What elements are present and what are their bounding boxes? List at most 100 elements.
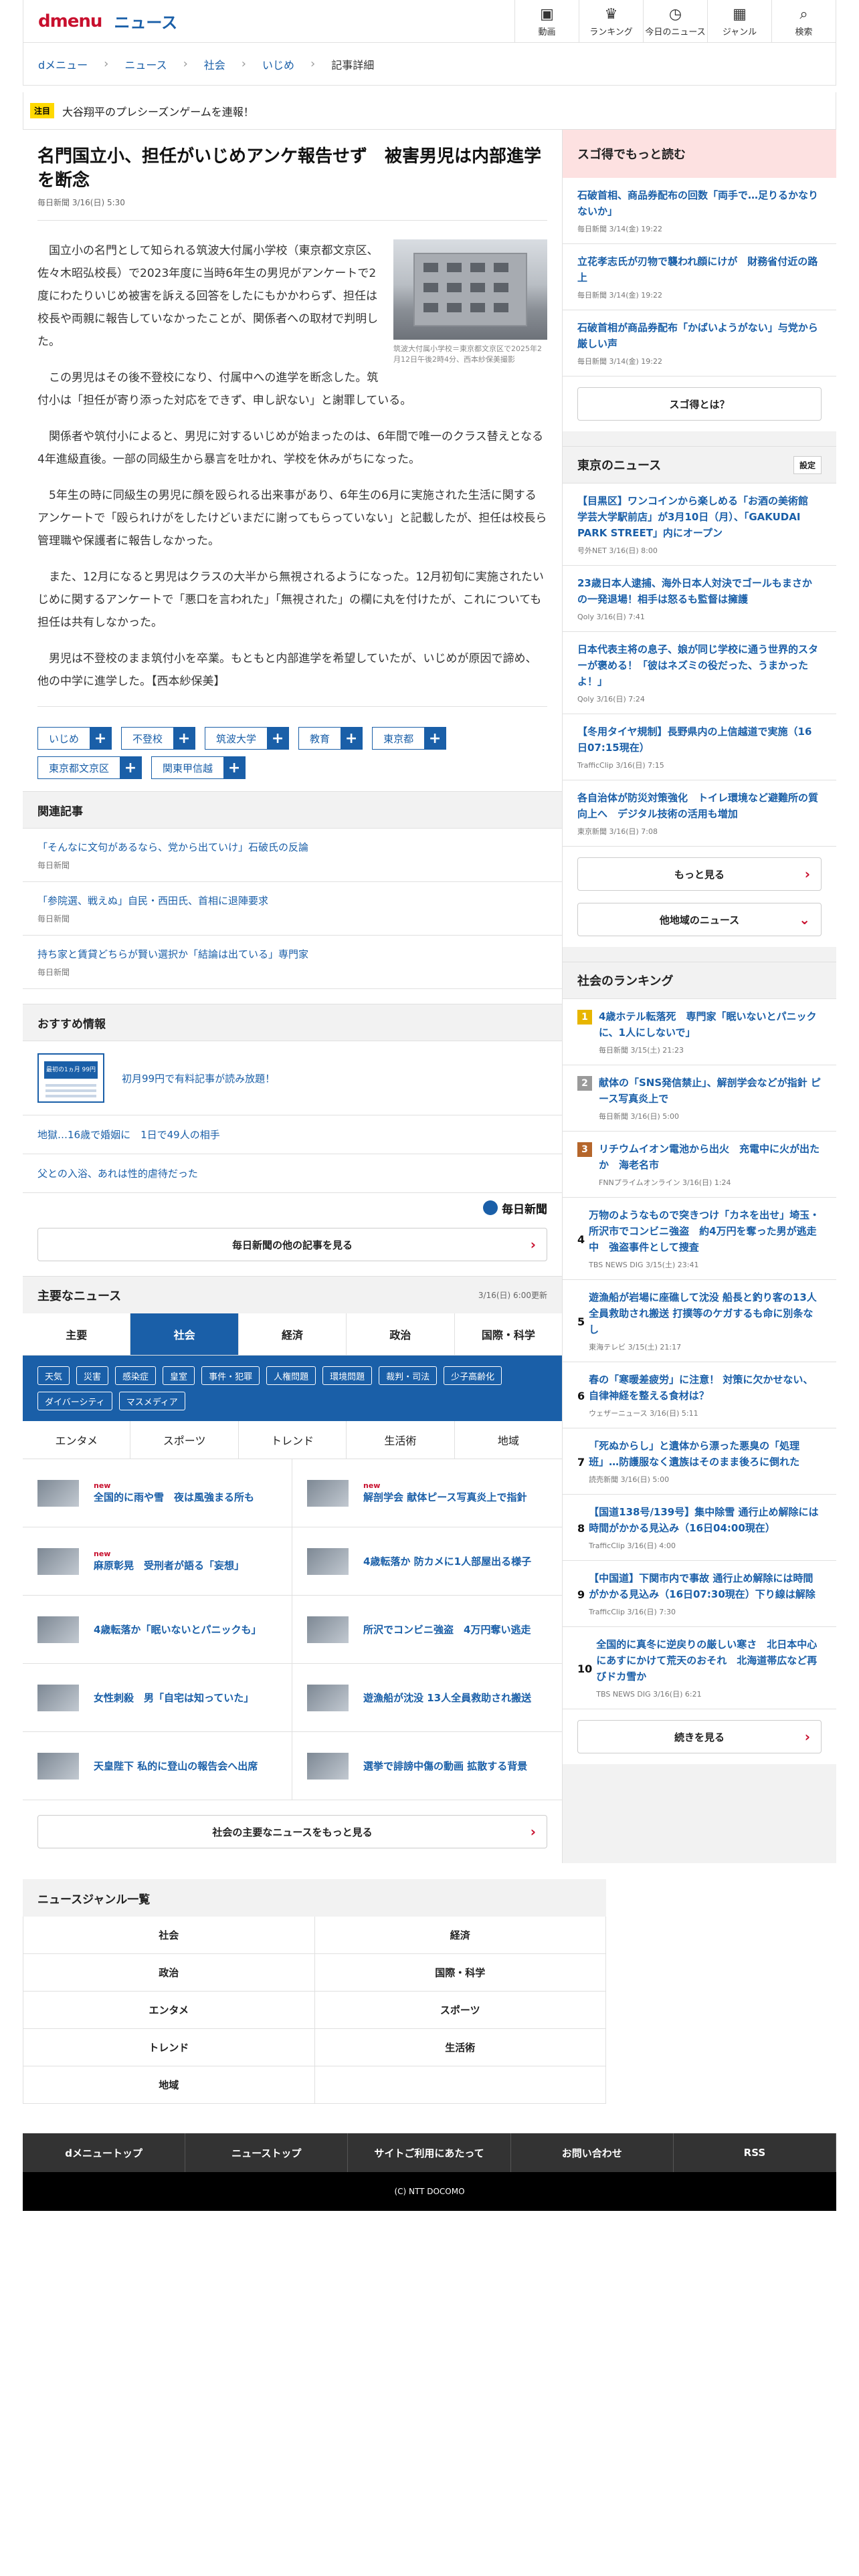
nav-grid[interactable]: ▦ ジャンル [707, 0, 771, 43]
tab-1[interactable]: 社会 [130, 1313, 239, 1355]
breadcrumb-item[interactable]: 社会 [204, 56, 225, 72]
ranking-item[interactable]: 9 【中国道】下関市内で事故 通行止め解除には時間がかかる見込み（16日07:30… [563, 1561, 836, 1627]
news-item[interactable]: new 解剖学会 献体ピース写真炎上で指針 [292, 1459, 562, 1527]
subtag-item[interactable]: 事件・犯罪 [201, 1366, 260, 1385]
genre-item[interactable]: 国際・科学 [314, 1954, 606, 1992]
subtag-item[interactable]: 人権問題 [266, 1366, 316, 1385]
tokyo-item[interactable]: 各自治体が防災対策強化 トイレ環境など避難所の質向上へ デジタル技術の活用も増加… [563, 780, 836, 847]
footer-link[interactable]: お問い合わせ [511, 2133, 674, 2172]
school-building-image[interactable] [393, 239, 547, 340]
related-item[interactable]: 持ち家と賃貸どちらが賢い選択か「結論は出ている」専門家 毎日新聞 [23, 936, 562, 989]
ranking-item[interactable]: 2 献体の「SNS発信禁止」、解剖学会などが指針 ピース写真炎上で 毎日新聞 3/1… [563, 1065, 836, 1132]
news-item[interactable]: 遊漁船が沈没 13人全員救助され搬送 [292, 1664, 562, 1732]
tab-0[interactable]: 主要 [23, 1313, 131, 1355]
topic-tag[interactable]: 筑波大学 + [205, 727, 290, 750]
genre-item[interactable]: 社会 [23, 1917, 315, 1954]
news-item[interactable]: 選挙で誹謗中傷の動画 拡散する背景 [292, 1732, 562, 1800]
sugotoku-item[interactable]: 立花孝志氏が刃物で襲われ顔にけが 財務省付近の路上 毎日新聞 3/14(金) 19… [563, 244, 836, 310]
genre-item[interactable]: エンタメ [23, 1992, 315, 2029]
recommend-item[interactable]: 地獄…16歳で婚姻に 1日で49人の相手 [23, 1115, 562, 1154]
genre-item[interactable]: 生活術 [314, 2029, 606, 2066]
topic-tag[interactable]: 関東甲信越 + [151, 756, 246, 779]
nav-video[interactable]: ▣ 動画 [514, 0, 579, 43]
tab-secondary-0[interactable]: エンタメ [23, 1421, 131, 1459]
sugotoku-item[interactable]: 石破首相が商品券配布「かばいようがない」与党から厳しい声 毎日新聞 3/14(金)… [563, 310, 836, 377]
subtag-item[interactable]: 裁判・司法 [379, 1366, 438, 1385]
plus-icon[interactable]: + [223, 757, 246, 778]
tab-4[interactable]: 国際・科学 [455, 1313, 562, 1355]
plus-icon[interactable]: + [341, 728, 363, 749]
subtag-item[interactable]: マスメディア [118, 1392, 185, 1410]
ranking-item[interactable]: 4 万物のようなもので突きつけ「カネを出せ」埼玉・所沢市でコンビニ強盗 約4万円を… [563, 1198, 836, 1280]
tokyo-item[interactable]: 【目黒区】ワンコインから楽しめる「お酒の美術館 学芸大学駅前店」が3月10日（月… [563, 484, 836, 566]
news-item[interactable]: new 麻原彰晃 受刑者が語る「妄想」 [23, 1527, 292, 1596]
sugotoku-item[interactable]: 石破首相、商品券配布の回数「両手で…足りるかなりないか」 毎日新聞 3/14(金)… [563, 178, 836, 244]
news-item[interactable]: 4歳転落か「眠いないとパニックも」 [23, 1596, 292, 1664]
topic-tag[interactable]: 東京都 + [372, 727, 447, 750]
ranking-item[interactable]: 6 春の「寒暖差疲労」に注意！ 対策に欠かせない、自律神経を整える食材は？ ウェザー… [563, 1362, 836, 1428]
news-item[interactable]: 女性刺殺 男「自宅は知っていた」 [23, 1664, 292, 1732]
related-item[interactable]: 「そんなに文句があるなら、党から出ていけ」石破氏の反論 毎日新聞 [23, 829, 562, 882]
other-region-button[interactable]: 他地域のニュース ⌄ [577, 903, 822, 936]
topic-tag[interactable]: 教育 + [298, 727, 363, 750]
subtag-item[interactable]: 皇室 [163, 1366, 195, 1385]
breadcrumb-item[interactable]: いじめ [262, 56, 294, 72]
ranking-item[interactable]: 5 遊漁船が岩場に座礁して沈没 船長と釣り客の13人全員救助され搬送 打撲等のケガ… [563, 1280, 836, 1362]
ranking-item[interactable]: 7 「死ぬからし」と遺体から漂った悪臭の「処理班」…防護服なく遺族はそのまま後ろに… [563, 1428, 836, 1495]
plus-icon[interactable]: + [173, 728, 195, 749]
news-item[interactable]: 天皇陛下 私的に登山の報告会へ出席 [23, 1732, 292, 1800]
ranking-more-button[interactable]: 続きを見る › [577, 1720, 822, 1753]
genre-item[interactable]: 経済 [314, 1917, 606, 1954]
tokyo-item[interactable]: 【冬用タイヤ規制】長野県内の上信越道で実施（16日07:15現在） Traffic… [563, 714, 836, 780]
topic-tag[interactable]: 東京都文京区 + [37, 756, 142, 779]
subtag-item[interactable]: 災害 [76, 1366, 109, 1385]
tab-secondary-1[interactable]: スポーツ [130, 1421, 239, 1459]
topic-tag[interactable]: いじめ + [37, 727, 112, 750]
related-item[interactable]: 「参院選、戦えぬ」自民・西田氏、首相に退陣要求 毎日新聞 [23, 882, 562, 936]
footer-link[interactable]: RSS [674, 2133, 837, 2172]
breadcrumb-item[interactable]: dメニュー [38, 56, 88, 72]
plus-icon[interactable]: + [90, 728, 112, 749]
recommend-item[interactable]: 父との入浴、あれは性的虐待だった [23, 1154, 562, 1193]
genre-item[interactable]: 政治 [23, 1954, 315, 1992]
subtag-item[interactable]: 天気 [37, 1366, 70, 1385]
subtag-item[interactable]: 感染症 [115, 1366, 157, 1385]
society-more-button[interactable]: 社会の主要なニュースをもっと見る › [37, 1815, 547, 1848]
nav-crown[interactable]: ♛ ランキング [579, 0, 643, 43]
plus-icon[interactable]: + [424, 728, 446, 749]
plus-icon[interactable]: + [120, 757, 142, 778]
tab-2[interactable]: 経済 [239, 1313, 347, 1355]
dmenu-logo[interactable]: dmenu [38, 11, 102, 31]
news-section-link[interactable]: ニュース [114, 9, 177, 33]
tab-3[interactable]: 政治 [347, 1313, 455, 1355]
breadcrumb-item[interactable]: ニュース [124, 56, 167, 72]
footer-link[interactable]: サイトご利用にあたって [348, 2133, 511, 2172]
region-settings-button[interactable]: 設定 [793, 455, 822, 474]
notice-text[interactable]: 大谷翔平のプレシーズンゲームを連報！ [62, 103, 254, 119]
subtag-item[interactable]: 環境問題 [322, 1366, 373, 1385]
ranking-item[interactable]: 8 【国道138号/139号】集中除雪 通行止め解除には時間がかかる見込み（16日… [563, 1495, 836, 1561]
footer-link[interactable]: ニューストップ [185, 2133, 349, 2172]
nav-clock[interactable]: ◷ 今日のニュース [643, 0, 707, 43]
tab-secondary-4[interactable]: 地域 [455, 1421, 562, 1459]
tokyo-item[interactable]: 23歳日本人逮捕、海外日本人対決でゴールもまさかの一発退場！相手は怒るも監督は擁… [563, 566, 836, 632]
tokyo-item[interactable]: 日本代表主将の息子、娘が同じ学校に通う世界的スターが褒める！「彼はネズミの役だっ… [563, 632, 836, 714]
topic-tag[interactable]: 不登校 + [121, 727, 196, 750]
sugotoku-about-button[interactable]: スゴ得とは？ [577, 387, 822, 421]
plus-icon[interactable]: + [267, 728, 289, 749]
tokyo-more-button[interactable]: もっと見る › [577, 857, 822, 891]
notice-bar[interactable]: 注目 大谷翔平のプレシーズンゲームを連報！ [23, 92, 836, 130]
tab-secondary-3[interactable]: 生活術 [347, 1421, 455, 1459]
news-item[interactable]: new 全国的に雨や雪 夜は風強まる所も [23, 1459, 292, 1527]
nav-search[interactable]: ⌕ 検索 [771, 0, 836, 43]
footer-link[interactable]: dメニュートップ [23, 2133, 186, 2172]
news-item[interactable]: 4歳転落か 防カメに1人部屋出る様子 [292, 1527, 562, 1596]
genre-item[interactable]: 地域 [23, 2066, 315, 2104]
article-photo[interactable]: 筑波大付属小学校＝東京都文京区で2025年2月12日午後2時4分、西本紗保美撮影 [393, 239, 547, 365]
subtag-item[interactable]: ダイバーシティ [37, 1392, 112, 1410]
news-item[interactable]: 所沢でコンビニ強盗 4万円奪い逃走 [292, 1596, 562, 1664]
recommend-item[interactable]: 最初の1ヵ月 99円 初月99円で有料記事が読み放題！ [23, 1041, 562, 1115]
genre-item[interactable]: トレンド [23, 2029, 315, 2066]
ranking-item[interactable]: 10 全国的に真冬に逆戻りの厳しい寒さ 北日本中心にあすにかけて荒天のおそれ 北海… [563, 1627, 836, 1709]
ranking-item[interactable]: 1 4歳ホテル転落死 専門家「眠いないとパニックに、1人にしないで」 毎日新聞 3/… [563, 999, 836, 1065]
